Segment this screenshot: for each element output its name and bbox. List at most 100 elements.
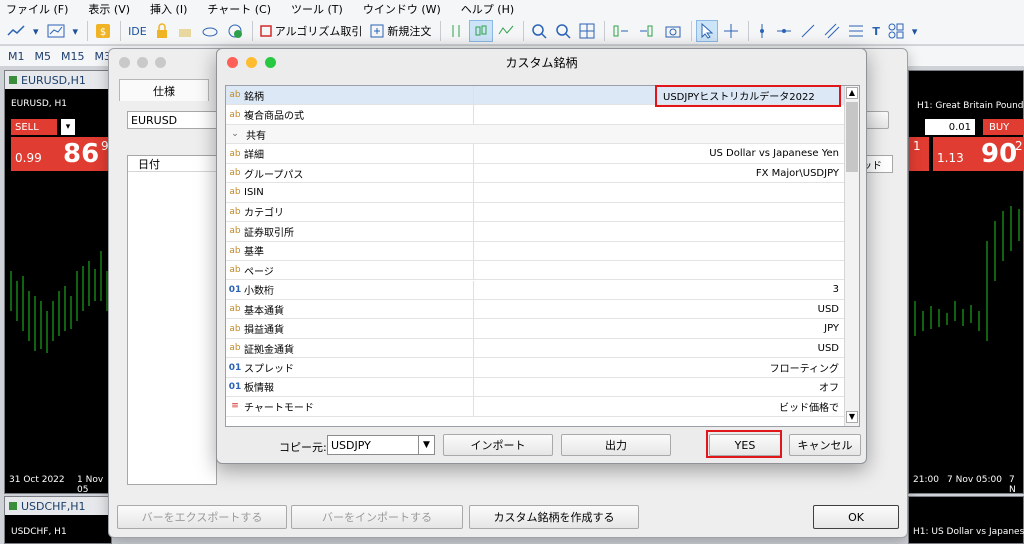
shapes-icon[interactable] xyxy=(885,20,907,42)
property-row[interactable]: ab 損益通貨 JPY xyxy=(226,319,845,339)
output-button[interactable]: 出力 xyxy=(561,434,671,456)
scroll-up-icon[interactable]: ▲ xyxy=(846,87,858,99)
property-row[interactable]: 01 小数桁 3 xyxy=(226,280,845,300)
scroll-thumb[interactable] xyxy=(846,102,858,172)
menu-tools[interactable]: ツール (T) xyxy=(291,1,343,17)
property-value[interactable]: オフ xyxy=(474,379,845,394)
property-row[interactable]: ab 詳細 US Dollar vs Japanese Yen xyxy=(226,144,845,164)
timeframe-m15[interactable]: M15 xyxy=(61,50,85,63)
dropdown-arrow-icon[interactable]: ▾ xyxy=(30,20,42,42)
menu-window[interactable]: ウインドウ (W) xyxy=(363,1,441,17)
line-chart-icon[interactable] xyxy=(4,20,28,42)
property-value[interactable]: USD xyxy=(474,304,845,315)
chart-shift-icon[interactable] xyxy=(635,20,659,42)
screenshot-icon[interactable] xyxy=(661,20,685,42)
timeframe-m1[interactable]: M1 xyxy=(8,50,25,63)
property-row[interactable]: ab 証拠金通貨 USD xyxy=(226,338,845,359)
menu-help[interactable]: ヘルプ (H) xyxy=(461,1,514,17)
channel-icon[interactable] xyxy=(821,20,843,42)
lot-dropdown-icon[interactable]: ▾ xyxy=(61,119,75,135)
property-row[interactable]: 01 スプレッド フローティング xyxy=(226,358,845,378)
minimize-icon[interactable] xyxy=(137,57,148,68)
bar-list-table[interactable]: 日付 xyxy=(127,155,217,485)
symbol-search-input[interactable]: EURUSD xyxy=(127,111,217,129)
column-header-date: 日付 xyxy=(128,156,216,172)
property-row[interactable]: ab カテゴリ xyxy=(226,202,845,223)
bar-chart-icon[interactable] xyxy=(445,20,467,42)
timeframe-m5[interactable]: M5 xyxy=(35,50,52,63)
property-row[interactable]: 01 板情報 オフ xyxy=(226,377,845,398)
fibonacci-icon[interactable] xyxy=(845,20,867,42)
chevron-down-icon[interactable]: ▼ xyxy=(418,436,434,454)
chevron-down-icon[interactable]: ⌄ xyxy=(226,129,244,139)
create-custom-symbol-button[interactable]: カスタム銘柄を作成する xyxy=(469,505,639,529)
property-value[interactable]: ビッド価格で xyxy=(474,399,845,414)
sell-price-box[interactable]: 0.99 86 9 xyxy=(11,137,113,171)
autoscroll-icon[interactable] xyxy=(609,20,633,42)
horizontal-line-icon[interactable] xyxy=(773,20,795,42)
close-icon[interactable] xyxy=(119,57,130,68)
ok-button[interactable]: OK xyxy=(813,505,899,529)
ide-button[interactable]: IDE xyxy=(125,20,150,42)
property-row[interactable]: ab 基準 xyxy=(226,241,845,262)
zoom-in-icon[interactable] xyxy=(528,20,550,42)
algo-trading-button[interactable]: アルゴリズム取引 xyxy=(257,20,366,42)
property-value[interactable]: US Dollar vs Japanese Yen xyxy=(474,148,845,159)
chart-template-icon[interactable] xyxy=(44,20,68,42)
text-icon[interactable]: T xyxy=(869,20,883,42)
trendline-icon[interactable] xyxy=(797,20,819,42)
buy-button[interactable]: BUY xyxy=(983,119,1024,135)
cancel-button[interactable]: キャンセル xyxy=(789,434,861,456)
tab-spec[interactable]: 仕様 xyxy=(119,79,209,101)
zoom-icon[interactable] xyxy=(155,57,166,68)
lot-size-input[interactable]: 0.01 xyxy=(925,119,975,135)
zoom-out-icon[interactable] xyxy=(552,20,574,42)
dropdown-arrow-icon[interactable]: ▾ xyxy=(70,20,82,42)
line-icon[interactable] xyxy=(495,20,517,42)
usdjpy-chart-window[interactable]: H1: US Dollar vs Japanese xyxy=(908,496,1024,544)
globe-icon[interactable] xyxy=(224,20,246,42)
grid-icon[interactable] xyxy=(576,20,598,42)
property-group-row[interactable]: ⌄ 共有 xyxy=(226,124,845,145)
property-value[interactable]: 3 xyxy=(474,284,845,295)
basket-icon[interactable] xyxy=(174,20,196,42)
property-value[interactable]: フローティング xyxy=(474,360,845,375)
usdchf-chart-window[interactable]: USDCHF,H1 USDCHF, H1 xyxy=(4,496,112,544)
import-button[interactable]: インポート xyxy=(443,434,553,456)
property-row[interactable]: ≡ チャートモード ビッド価格で xyxy=(226,397,845,417)
menu-view[interactable]: 表示 (V) xyxy=(88,1,130,17)
import-bars-button[interactable]: バーをインポートする xyxy=(291,505,463,529)
copy-from-select[interactable]: USDJPY ▼ xyxy=(327,435,435,455)
property-grid[interactable]: ab 銘柄 USDJPYヒストリカルデータ2022 ab 複合商品の式 ⌄ 共有 ab 詳… xyxy=(225,85,860,427)
property-row[interactable]: ab ISIN xyxy=(226,183,845,203)
property-row[interactable]: ab 基本通貨 USD xyxy=(226,299,845,320)
property-row[interactable]: ab 証券取引所 xyxy=(226,222,845,242)
property-value[interactable]: USD xyxy=(474,343,845,354)
menu-insert[interactable]: 挿入 (I) xyxy=(150,1,187,17)
lock-icon[interactable] xyxy=(152,20,172,42)
export-bars-button[interactable]: バーをエクスポートする xyxy=(117,505,287,529)
vertical-line-icon[interactable] xyxy=(753,20,771,42)
sell-price-small: 0.99 xyxy=(15,151,42,165)
property-row[interactable]: ab ページ xyxy=(226,261,845,281)
cursor-icon[interactable] xyxy=(696,20,719,42)
scrollbar[interactable]: ▲ ▼ xyxy=(844,86,859,426)
property-name: スプレッド xyxy=(244,358,474,377)
scroll-down-icon[interactable]: ▼ xyxy=(846,411,858,423)
buy-price-box[interactable]: 1.13 90 2 xyxy=(933,137,1024,171)
candlestick-icon[interactable] xyxy=(469,20,494,42)
crosshair-icon[interactable] xyxy=(720,20,742,42)
eurusd-chart-window[interactable]: EURUSD,H1 EURUSD, H1 SELL ▾ 0.99 86 9 31… xyxy=(4,70,113,495)
property-row[interactable]: ab 複合商品の式 xyxy=(226,105,845,125)
dollar-icon[interactable]: $ xyxy=(92,20,114,42)
property-value[interactable]: FX Major\USDJPY xyxy=(474,168,845,179)
sell-button[interactable]: SELL xyxy=(11,119,57,135)
menu-file[interactable]: ファイル (F) xyxy=(6,1,68,17)
property-value[interactable]: JPY xyxy=(474,323,845,334)
menu-chart[interactable]: チャート (C) xyxy=(207,1,271,17)
cloud-icon[interactable] xyxy=(198,20,222,42)
new-order-button[interactable]: 新規注文 xyxy=(367,20,434,42)
property-row[interactable]: ab グループパス FX Major\USDJPY xyxy=(226,163,845,184)
dropdown-arrow-icon[interactable]: ▾ xyxy=(909,20,921,42)
gbp-chart-window[interactable]: H1: Great Britain Pound vs 0.01 BUY 1 1.… xyxy=(908,70,1024,495)
